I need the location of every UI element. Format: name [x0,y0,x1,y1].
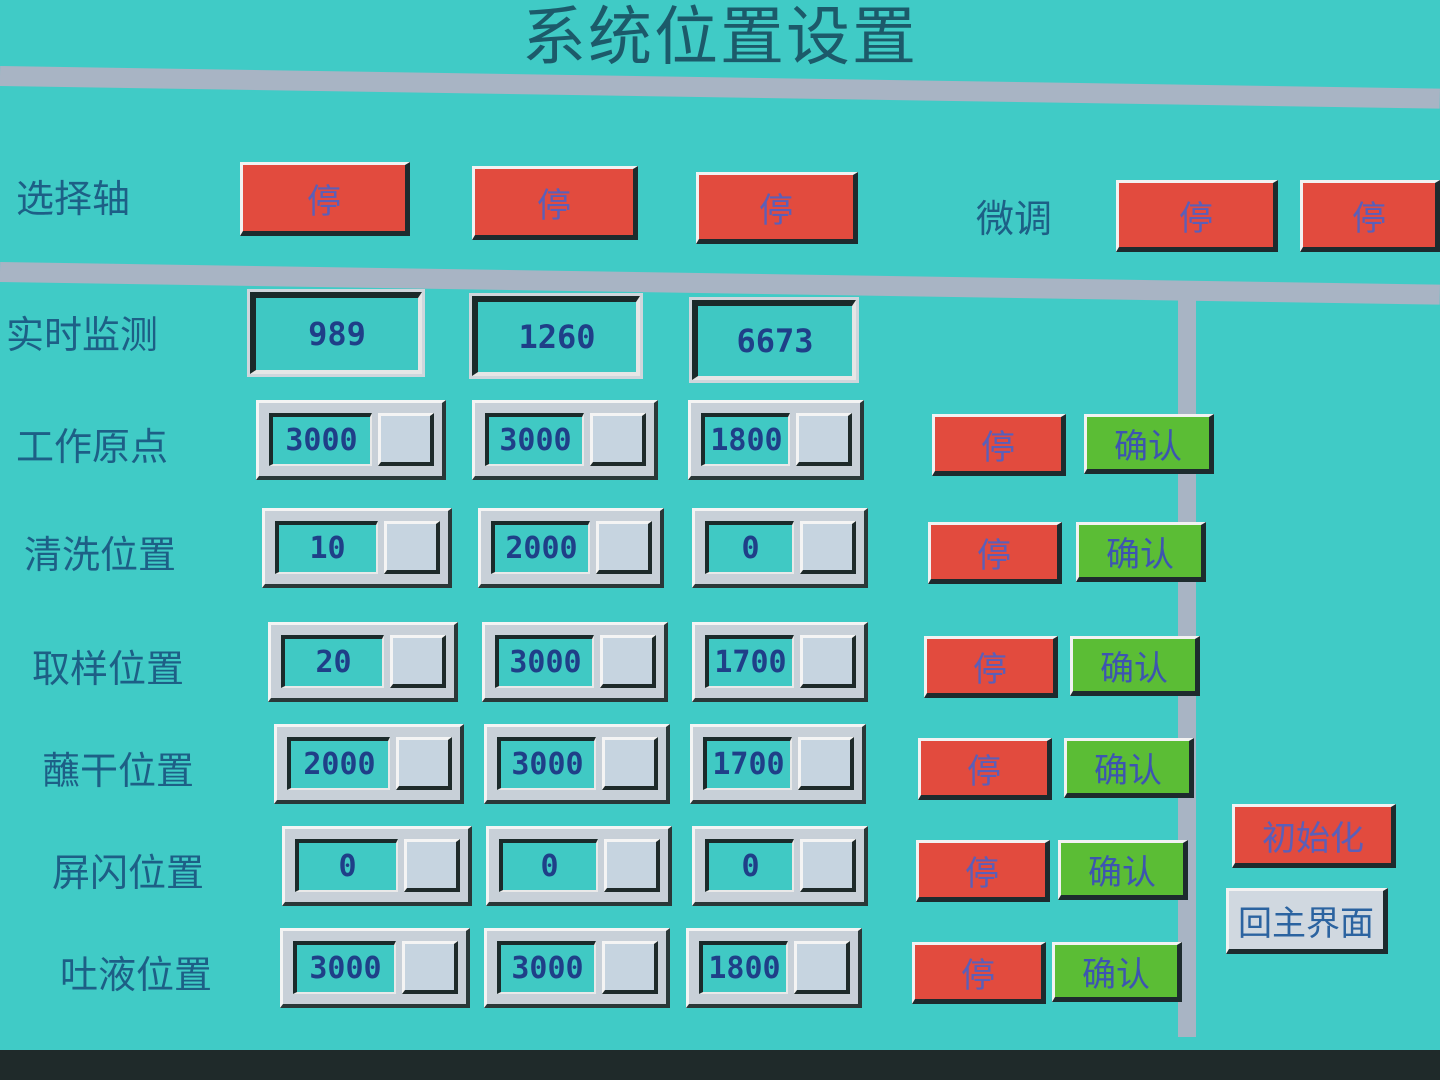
keypad-button[interactable] [390,635,446,688]
middle-divider [0,262,1440,305]
fine-tune-label: 微调 [976,197,1053,241]
dispense-position-axis-3-input[interactable]: 1800 [686,928,862,1008]
dispense-position-stop-button[interactable]: 停 [912,942,1046,1004]
keypad-button[interactable] [602,737,658,790]
value-display: 1800 [699,941,788,994]
monitor-axis-2: 1260 [469,293,643,379]
keypad-button[interactable] [402,941,458,994]
dry-position-label: 蘸干位置 [42,749,195,793]
wash-position-axis-1-input[interactable]: 10 [262,508,452,588]
value-display: 0 [705,521,794,574]
flash-position-stop-button[interactable]: 停 [916,840,1050,902]
value-display: 1800 [701,413,790,466]
dry-position-confirm-button[interactable]: 确认 [1064,738,1194,798]
screen-bezel [0,1050,1440,1080]
dispense-position-axis-2-input[interactable]: 3000 [484,928,670,1008]
keypad-button[interactable] [384,521,440,574]
work-origin-label: 工作原点 [16,425,169,469]
dispense-position-label: 吐液位置 [60,953,213,997]
wash-position-axis-3-input[interactable]: 0 [692,508,868,588]
hmi-screen: 系统位置设置 选择轴 停 停 停 微调 停 停 实时监测 989 1260 66… [0,0,1440,1080]
keypad-button[interactable] [800,521,856,574]
value-display: 0 [295,839,398,892]
dry-position-stop-button[interactable]: 停 [918,738,1052,800]
flash-position-axis-1-input[interactable]: 0 [282,826,472,906]
value-display: 2000 [491,521,590,574]
sample-position-label: 取样位置 [32,647,185,691]
value-display: 1700 [705,635,794,688]
fine-tune-minus-button[interactable]: 停 [1116,180,1278,252]
work-origin-axis-1-input[interactable]: 3000 [256,400,446,480]
monitor-axis-3: 6673 [689,297,859,383]
realtime-monitor-label: 实时监测 [6,313,159,357]
keypad-button[interactable] [800,635,856,688]
wash-position-confirm-button[interactable]: 确认 [1076,522,1206,582]
value-display: 3000 [495,635,594,688]
axis-2-stop-button[interactable]: 停 [472,166,638,240]
keypad-button[interactable] [404,839,460,892]
value-display: 3000 [497,941,596,994]
dispense-position-axis-1-input[interactable]: 3000 [280,928,470,1008]
work-origin-axis-2-input[interactable]: 3000 [472,400,658,480]
value-display: 3000 [497,737,596,790]
value-display: 20 [281,635,384,688]
fine-tune-plus-button[interactable]: 停 [1300,180,1440,252]
value-display: 2000 [287,737,390,790]
keypad-button[interactable] [800,839,856,892]
value-display: 0 [705,839,794,892]
keypad-button[interactable] [796,413,852,466]
dry-position-axis-2-input[interactable]: 3000 [484,724,670,804]
axis-3-stop-button[interactable]: 停 [696,172,858,244]
home-screen-button[interactable]: 回主界面 [1226,888,1388,954]
keypad-button[interactable] [602,941,658,994]
sample-position-axis-2-input[interactable]: 3000 [482,622,668,702]
sample-position-confirm-button[interactable]: 确认 [1070,636,1200,696]
sample-position-axis-3-input[interactable]: 1700 [692,622,868,702]
initialize-button[interactable]: 初始化 [1232,804,1396,868]
value-display: 1700 [703,737,792,790]
wash-position-label: 清洗位置 [24,533,177,577]
flash-position-confirm-button[interactable]: 确认 [1058,840,1188,900]
flash-position-axis-3-input[interactable]: 0 [692,826,868,906]
keypad-button[interactable] [590,413,646,466]
keypad-button[interactable] [596,521,652,574]
value-display: 3000 [293,941,396,994]
work-origin-confirm-button[interactable]: 确认 [1084,414,1214,474]
keypad-button[interactable] [604,839,660,892]
page-title: 系统位置设置 [522,1,918,75]
keypad-button[interactable] [396,737,452,790]
wash-position-stop-button[interactable]: 停 [928,522,1062,584]
work-origin-axis-3-input[interactable]: 1800 [688,400,864,480]
flash-position-label: 屏闪位置 [52,851,205,895]
sample-position-axis-1-input[interactable]: 20 [268,622,458,702]
axis-1-stop-button[interactable]: 停 [240,162,410,236]
value-display: 3000 [269,413,372,466]
value-display: 0 [499,839,598,892]
sample-position-stop-button[interactable]: 停 [924,636,1058,698]
keypad-button[interactable] [600,635,656,688]
monitor-axis-1: 989 [247,289,425,377]
dry-position-axis-3-input[interactable]: 1700 [690,724,866,804]
keypad-button[interactable] [794,941,850,994]
dispense-position-confirm-button[interactable]: 确认 [1052,942,1182,1002]
select-axis-label: 选择轴 [16,177,131,221]
wash-position-axis-2-input[interactable]: 2000 [478,508,664,588]
value-display: 3000 [485,413,584,466]
keypad-button[interactable] [378,413,434,466]
dry-position-axis-1-input[interactable]: 2000 [274,724,464,804]
flash-position-axis-2-input[interactable]: 0 [486,826,672,906]
keypad-button[interactable] [798,737,854,790]
work-origin-stop-button[interactable]: 停 [932,414,1066,476]
value-display: 10 [275,521,378,574]
